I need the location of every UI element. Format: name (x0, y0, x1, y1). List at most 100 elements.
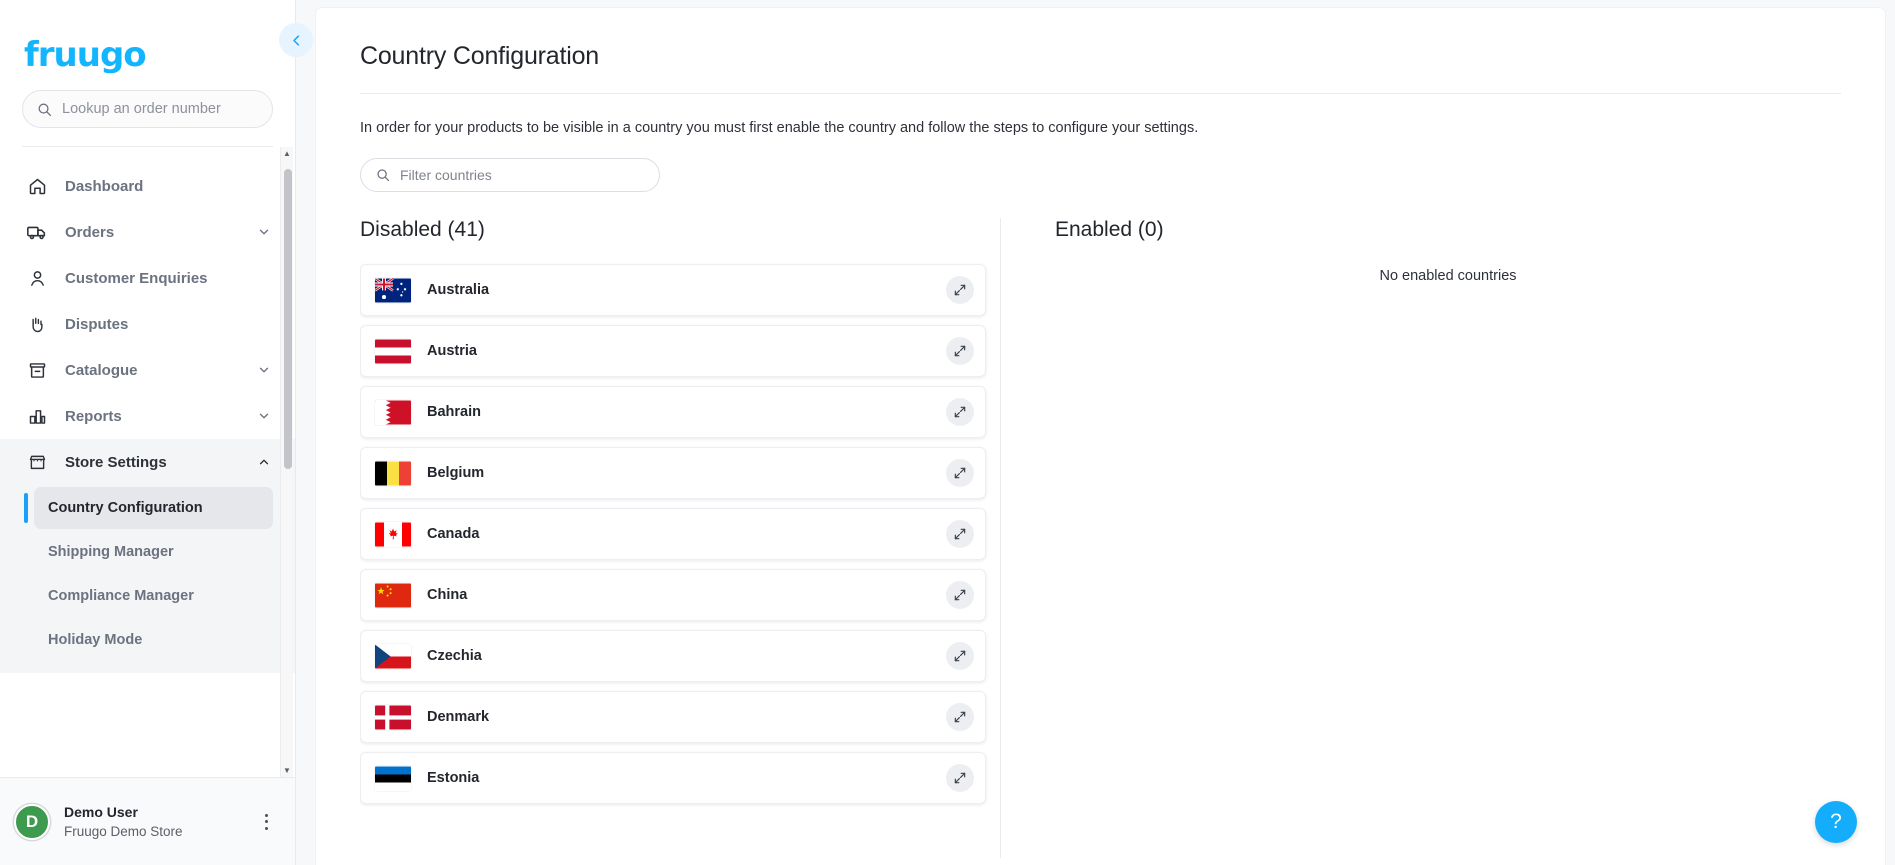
sidebar-item-disputes[interactable]: Disputes (0, 301, 295, 347)
expand-country-button[interactable] (946, 581, 974, 609)
sidebar-scrollbar[interactable]: ▲ ▼ (280, 147, 293, 777)
sidebar-item-holiday-mode[interactable]: Holiday Mode (34, 619, 273, 661)
expand-arrows-icon (954, 467, 966, 479)
flag-be-icon (375, 461, 411, 486)
disabled-countries-panel: Disabled (41) Australia Austria Bahrain … (360, 218, 1000, 858)
country-name: Czechia (427, 648, 482, 664)
expand-country-button[interactable] (946, 337, 974, 365)
expand-country-button[interactable] (946, 642, 974, 670)
store-settings-group: Store Settings Country Configuration Shi… (0, 439, 295, 673)
fruugo-logo: fruugo (23, 35, 149, 75)
sidebar-subitem-label: Compliance Manager (48, 588, 194, 604)
country-row-belgium[interactable]: Belgium (360, 447, 986, 499)
page-title: Country Configuration (360, 42, 599, 70)
truck-icon (26, 221, 48, 243)
country-name: Denmark (427, 709, 490, 725)
chevron-up-icon[interactable] (257, 455, 271, 469)
sidebar-item-label: Catalogue (65, 361, 138, 379)
main-content: Country Configuration In order for your … (316, 8, 1885, 865)
expand-arrows-icon (954, 650, 966, 662)
expand-country-button[interactable] (946, 398, 974, 426)
sidebar-item-label: Reports (65, 407, 122, 425)
expand-arrows-icon (954, 772, 966, 784)
sidebar-item-label: Orders (65, 223, 115, 241)
expand-country-button[interactable] (946, 764, 974, 792)
sidebar-item-label: Customer Enquiries (65, 269, 208, 287)
sidebar-collapse-button[interactable] (279, 23, 313, 57)
order-search-input[interactable]: Lookup an order number (22, 90, 273, 128)
kebab-dot-icon (264, 813, 268, 817)
country-name: Estonia (427, 770, 480, 786)
flag-au-icon (375, 277, 411, 303)
order-search-placeholder: Lookup an order number (62, 101, 221, 117)
country-row-canada[interactable]: Canada (360, 508, 986, 560)
sidebar-item-store-settings[interactable]: Store Settings (0, 439, 295, 485)
country-row-australia[interactable]: Australia (360, 264, 986, 316)
disabled-countries-title: Disabled (41) (360, 218, 485, 241)
sidebar-item-dashboard[interactable]: Dashboard (0, 163, 295, 209)
enabled-countries-title: Enabled (0) (1055, 218, 1164, 241)
user-store: Fruugo Demo Store (64, 823, 183, 839)
country-row-bahrain[interactable]: Bahrain (360, 386, 986, 438)
country-row-austria[interactable]: Austria (360, 325, 986, 377)
country-row-denmark[interactable]: Denmark (360, 691, 986, 743)
user-menu-button[interactable] (255, 807, 277, 837)
filter-placeholder: Filter countries (400, 167, 492, 183)
user-profile[interactable]: D Demo User Fruugo Demo Store (0, 777, 295, 865)
country-name: Belgium (427, 465, 485, 481)
scroll-up-arrow-icon[interactable]: ▲ (281, 147, 293, 160)
country-name: Australia (427, 282, 490, 298)
sidebar-subitem-label: Shipping Manager (48, 544, 174, 560)
logo-container[interactable]: fruugo (22, 22, 273, 84)
expand-country-button[interactable] (946, 459, 974, 487)
chevron-down-icon[interactable] (257, 363, 271, 377)
expand-arrows-icon (954, 406, 966, 418)
sidebar-item-compliance-manager[interactable]: Compliance Manager (34, 575, 273, 617)
scroll-down-arrow-icon[interactable]: ▼ (281, 764, 293, 777)
sidebar-item-label: Disputes (65, 315, 129, 333)
home-icon (26, 175, 48, 197)
country-name: China (427, 587, 468, 603)
chevron-down-icon[interactable] (257, 409, 271, 423)
sidebar-item-reports[interactable]: Reports (0, 393, 295, 439)
expand-arrows-icon (954, 711, 966, 723)
main-wrapper: Country Configuration In order for your … (296, 0, 1895, 865)
sidebar-subitem-label: Country Configuration (48, 500, 203, 516)
sidebar-item-orders[interactable]: Orders (0, 209, 295, 255)
title-divider (360, 93, 1841, 94)
flag-bh-icon (375, 400, 411, 425)
sidebar-nav: Dashboard Orders Customer Enquiries Disp… (0, 147, 295, 777)
sidebar: fruugo Lookup an order number Dashboard (0, 0, 296, 865)
sidebar-item-shipping-manager[interactable]: Shipping Manager (34, 531, 273, 573)
chevron-down-icon[interactable] (257, 225, 271, 239)
country-name: Austria (427, 343, 477, 359)
sidebar-item-country-configuration[interactable]: Country Configuration (24, 487, 273, 529)
country-row-estonia[interactable]: Estonia (360, 752, 986, 804)
expand-arrows-icon (954, 528, 966, 540)
intro-text: In order for your products to be visible… (360, 120, 1199, 136)
expand-country-button[interactable] (946, 703, 974, 731)
expand-country-button[interactable] (946, 276, 974, 304)
country-row-china[interactable]: China (360, 569, 986, 621)
sidebar-item-customer-enquiries[interactable]: Customer Enquiries (0, 255, 295, 301)
kebab-dot-icon (264, 826, 268, 830)
expand-arrows-icon (954, 345, 966, 357)
user-text: Demo User Fruugo Demo Store (64, 802, 241, 842)
filter-countries-input[interactable]: Filter countries (360, 158, 660, 192)
chevron-left-icon (292, 34, 299, 46)
country-row-czechia[interactable]: Czechia (360, 630, 986, 682)
app-root: fruugo Lookup an order number Dashboard (0, 0, 1895, 865)
scrollbar-thumb[interactable] (283, 169, 292, 469)
search-icon (377, 169, 390, 182)
search-icon (38, 103, 52, 116)
sidebar-item-catalogue[interactable]: Catalogue (0, 347, 295, 393)
country-name: Canada (427, 526, 480, 542)
box-icon (26, 359, 48, 381)
expand-country-button[interactable] (946, 520, 974, 548)
avatar: D (14, 803, 50, 840)
sidebar-subitem-label: Holiday Mode (48, 632, 143, 648)
flag-ee-icon (375, 766, 411, 791)
flag-ca-icon (375, 522, 411, 547)
help-button[interactable]: ? (1815, 801, 1857, 843)
sidebar-header: fruugo Lookup an order number (0, 0, 295, 147)
